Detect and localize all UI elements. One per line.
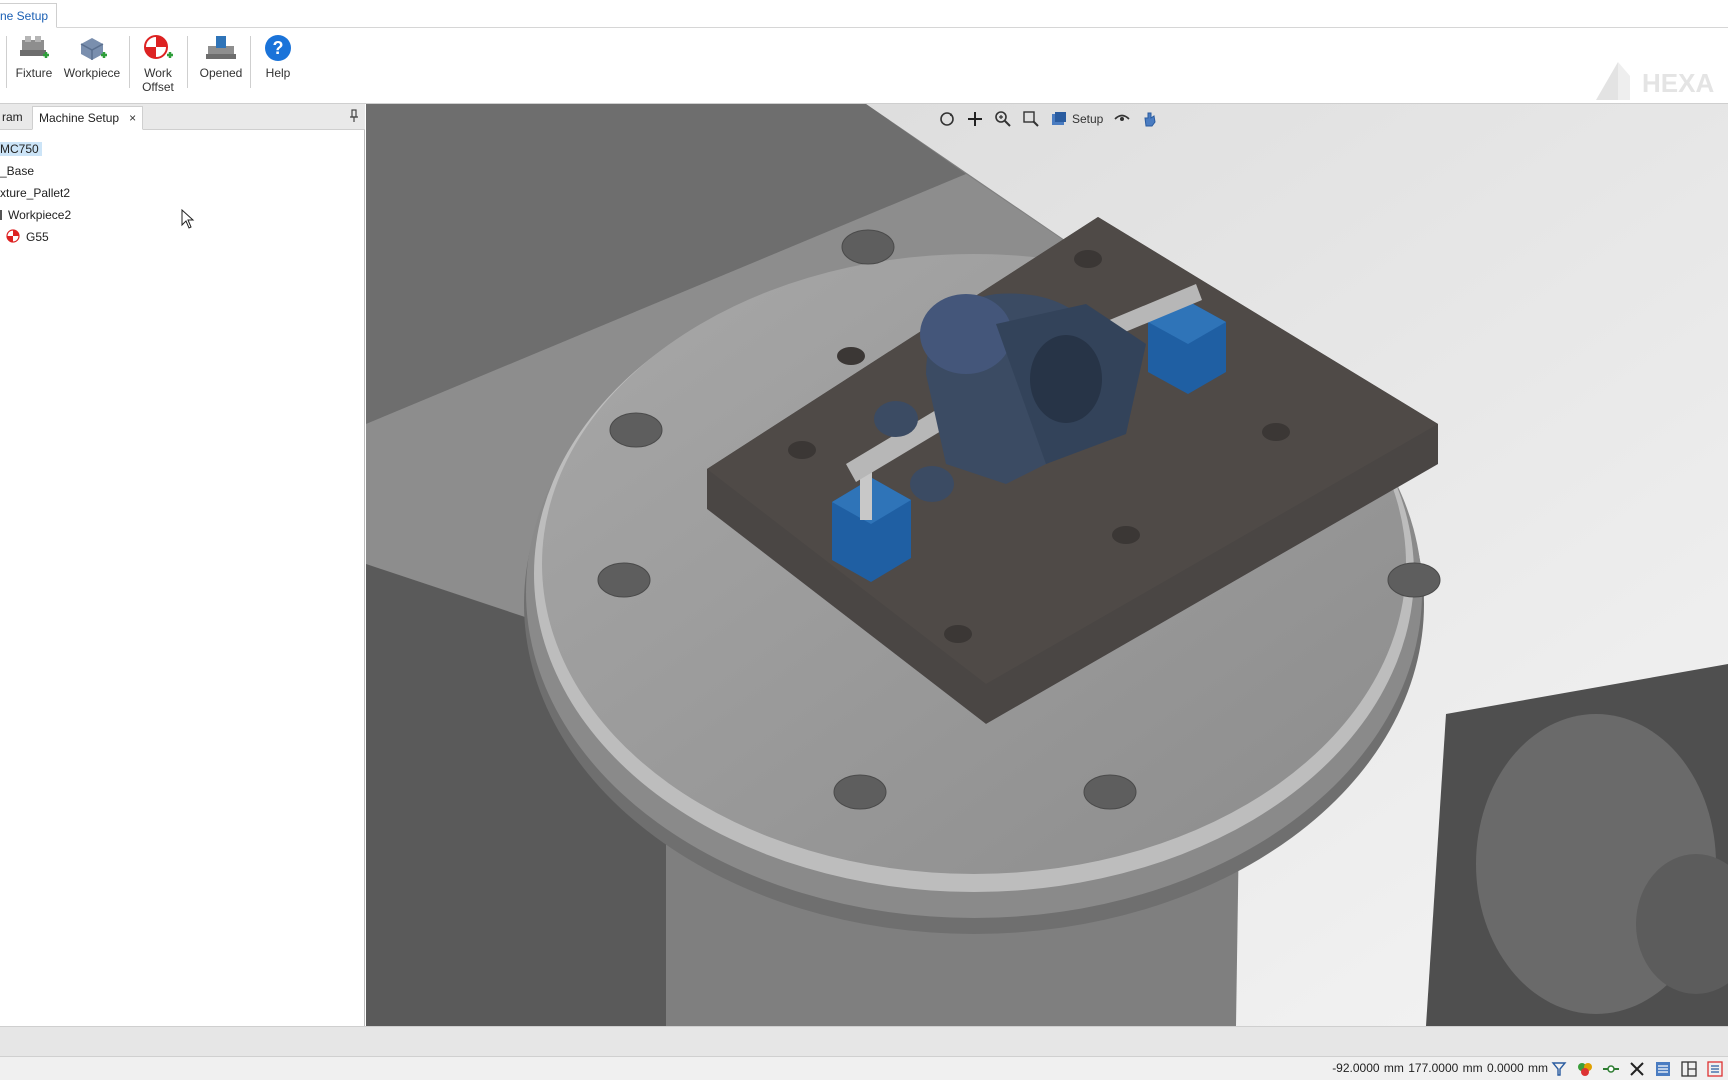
tree-node-label: MC750 — [0, 142, 42, 156]
svg-text:?: ? — [273, 38, 284, 58]
panel-tab-strip: ram Machine Setup × — [0, 104, 365, 130]
zoom-window-icon[interactable] — [1022, 110, 1040, 128]
ribbon-separator — [187, 36, 188, 88]
status-bar: -92.0000 mm 177.0000 mm 0.0000 mm — [0, 1056, 1728, 1080]
color-icon[interactable] — [1576, 1060, 1594, 1078]
viewport-toolbar: Setup — [938, 108, 1159, 130]
workpiece-add-icon — [80, 38, 107, 60]
ribbon-separator — [6, 36, 7, 88]
pin-icon[interactable] — [349, 109, 359, 123]
tree-node-workpiece[interactable]: Workpiece2 — [0, 206, 71, 224]
hand-icon[interactable] — [1141, 110, 1159, 128]
tree-node-label: G55 — [26, 230, 49, 244]
workpiece-node-icon — [0, 210, 2, 220]
zoom-icon[interactable] — [994, 110, 1012, 128]
workpiece-button-label: Workpiece — [63, 66, 121, 80]
tree-node-label: xture_Pallet2 — [0, 186, 71, 200]
fixture-button-label: Fixture — [15, 66, 53, 80]
3d-viewport[interactable]: Setup — [366, 104, 1728, 1026]
work-offset-icon — [6, 229, 20, 243]
tree-node-label: _Base — [0, 164, 35, 178]
mouse-cursor-icon — [181, 209, 195, 229]
help-icon: ? — [265, 35, 291, 61]
ribbon: Fixture Workpiece Work Offset Opened ? H… — [0, 28, 1728, 104]
brand-logo-text: HEXA — [1642, 68, 1714, 98]
rotate-icon[interactable] — [938, 110, 956, 128]
opened-button-label: Opened — [199, 66, 243, 80]
tree-node-fixture-pallet[interactable]: xture_Pallet2 — [0, 184, 70, 202]
tab-machine-setup[interactable]: Machine Setup × — [32, 106, 144, 130]
cursor-coordinates: -92.0000 mm 177.0000 mm 0.0000 mm — [1332, 1061, 1548, 1075]
opened-icon — [206, 36, 236, 59]
tree-node-base[interactable]: _Base — [0, 162, 34, 180]
machine-setup-panel: ram Machine Setup × MC750 _Base xture_Pal… — [0, 104, 365, 1026]
close-icon[interactable]: × — [129, 111, 136, 125]
layout-icon[interactable] — [1680, 1060, 1698, 1078]
list-icon[interactable] — [1654, 1060, 1672, 1078]
tab-machine-setup-label: Machine Setup — [39, 111, 120, 125]
fixture-button[interactable]: Fixture — [14, 32, 54, 80]
coordinate-y: 177.0000 mm — [1408, 1061, 1483, 1075]
help-button[interactable]: ? Help — [258, 32, 298, 80]
work-offset-button[interactable]: Work Offset — [136, 32, 180, 94]
status-icons — [1550, 1060, 1724, 1078]
pan-icon[interactable] — [966, 110, 984, 128]
work-offset-label-line2: Offset — [142, 80, 174, 94]
machine-model-scene — [366, 104, 1728, 1026]
brand-logo: HEXA — [1596, 62, 1714, 100]
selection-filter-icon[interactable] — [1550, 1060, 1568, 1078]
ribbon-separator — [250, 36, 251, 88]
more-icon[interactable] — [1706, 1060, 1724, 1078]
view-setup-icon[interactable] — [1050, 110, 1068, 128]
tree-node-g55[interactable]: G55 — [6, 228, 49, 246]
tab-program-label: ram — [2, 110, 23, 124]
fixture-add-icon — [20, 36, 49, 58]
bottom-panel-bar — [0, 1026, 1728, 1056]
tab-program[interactable]: ram — [0, 106, 29, 130]
snap-icon[interactable] — [1602, 1060, 1620, 1078]
ribbon-tab-row: ne Setup — [0, 0, 1728, 28]
view-setup-label[interactable]: Setup — [1072, 112, 1103, 126]
opened-button[interactable]: Opened — [196, 32, 246, 80]
work-offset-label-line1: Work — [144, 66, 172, 80]
visibility-icon[interactable] — [1113, 110, 1131, 128]
tree-node-machine[interactable]: MC750 — [0, 140, 42, 158]
help-button-label: Help — [265, 66, 291, 80]
cancel-icon[interactable] — [1628, 1060, 1646, 1078]
work-offset-add-icon — [144, 35, 173, 59]
coordinate-x: -92.0000 mm — [1332, 1061, 1404, 1075]
ribbon-separator — [129, 36, 130, 88]
coordinate-z: 0.0000 mm — [1486, 1061, 1548, 1075]
tree-node-label: Workpiece2 — [8, 208, 72, 222]
workpiece-button[interactable]: Workpiece — [62, 32, 122, 80]
ribbon-tab-machine-setup[interactable]: ne Setup — [0, 3, 58, 28]
